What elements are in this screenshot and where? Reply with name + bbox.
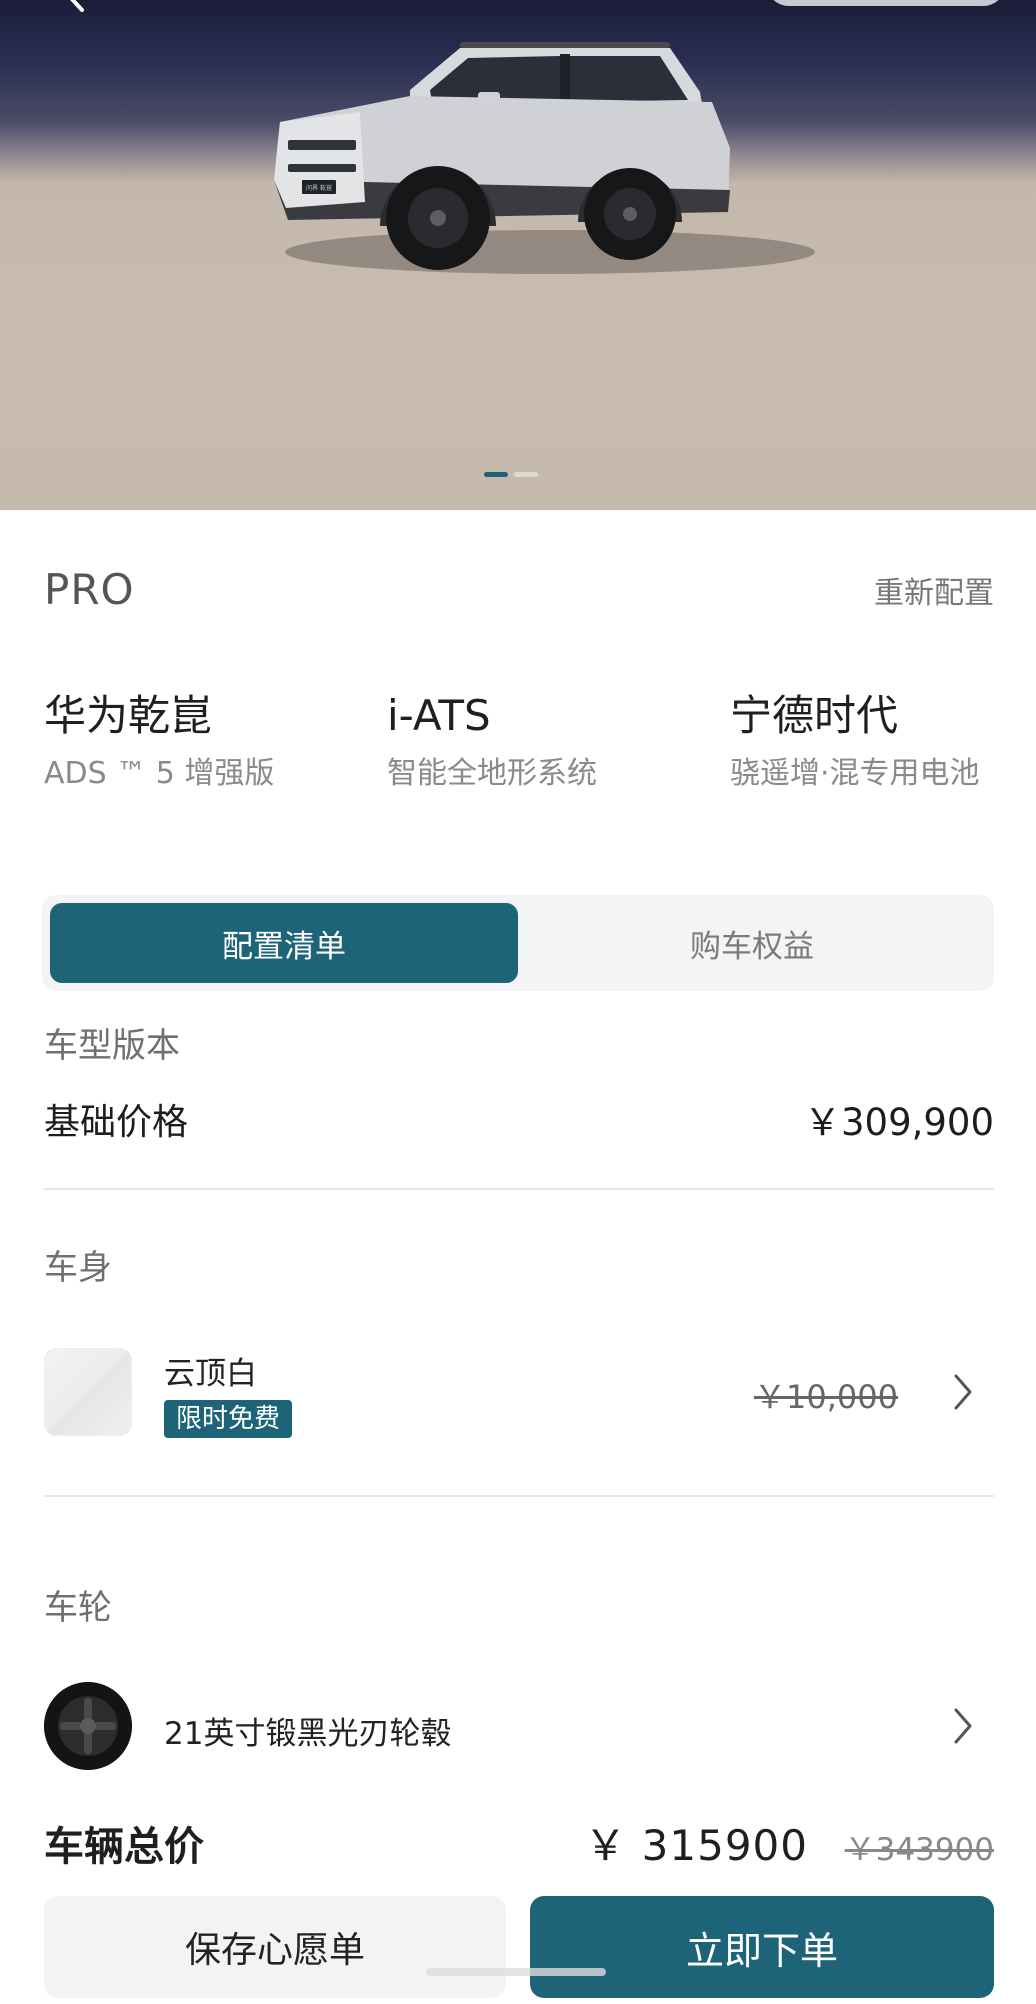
section-label-version: 车型版本: [44, 1026, 180, 1066]
feature-title: i-ATS: [387, 691, 491, 740]
wheel-option[interactable]: 21英寸锻黑光刃轮毂: [44, 1682, 994, 1772]
section-label-wheels: 车轮: [44, 1588, 112, 1628]
feature-ads: 华为乾崑 ADS ™ 5 增强版: [44, 688, 387, 798]
car-image: 问界 乾崑: [274, 42, 815, 274]
carousel-indicator: [484, 472, 538, 477]
divider: [44, 1188, 994, 1190]
base-price-value: ￥309,900: [803, 1101, 994, 1144]
reconfigure-link[interactable]: 重新配置: [874, 568, 994, 612]
feature-subtitle: ADS ™ 5 增强版: [44, 756, 275, 791]
total-price-row: 车辆总价 ￥ 315900 ￥343900: [44, 1812, 994, 1872]
order-now-button[interactable]: 立即下单: [530, 1896, 994, 1998]
save-wishlist-button[interactable]: 保存心愿单: [44, 1896, 506, 1998]
chevron-right-icon[interactable]: [950, 1372, 976, 1412]
feature-subtitle: 智能全地形系统: [387, 756, 597, 791]
back-chevron-icon[interactable]: [62, 0, 92, 12]
free-badge: 限时免费: [164, 1400, 293, 1438]
feature-subtitle: 骁遥增·混专用电池: [730, 756, 980, 791]
base-price-row: 基础价格 ￥309,900: [44, 1092, 994, 1146]
section-label-body: 车身: [44, 1248, 112, 1288]
tab-purchase-benefits[interactable]: 购车权益: [518, 903, 986, 983]
trim-name: PRO: [44, 565, 135, 614]
feature-highlights: 华为乾崑 ADS ™ 5 增强版 i-ATS 智能全地形系统 宁德时代 骁遥增·…: [44, 688, 994, 798]
total-price-value: ￥ 315900: [584, 1821, 808, 1870]
feature-iats: i-ATS 智能全地形系统: [387, 688, 730, 798]
divider: [44, 1495, 994, 1497]
home-indicator: [426, 1968, 606, 1976]
hero-carousel[interactable]: 问界 乾崑: [0, 0, 1036, 510]
svg-text:问界 乾崑: 问界 乾崑: [306, 184, 332, 192]
carousel-dot-active[interactable]: [484, 472, 508, 477]
original-color-price: ￥10,000: [754, 1378, 898, 1416]
chevron-right-icon[interactable]: [950, 1706, 976, 1746]
wheel-icon: [44, 1682, 132, 1770]
tab-config-list[interactable]: 配置清单: [50, 903, 518, 983]
base-price-label: 基础价格: [44, 1102, 189, 1143]
color-swatch-icon: [44, 1348, 132, 1436]
top-action-pill[interactable]: [766, 0, 1006, 6]
wheel-name: 21英寸锻黑光刃轮毂: [164, 1716, 452, 1752]
config-tabs: 配置清单 购车权益: [42, 895, 994, 991]
total-price-label: 车辆总价: [44, 1824, 204, 1870]
feature-title: 华为乾崑: [44, 691, 213, 740]
carousel-dot[interactable]: [514, 472, 538, 477]
original-total-price: ￥343900: [844, 1832, 994, 1868]
feature-title: 宁德时代: [730, 691, 899, 740]
body-color-option[interactable]: 云顶白 限时免费 ￥10,000: [44, 1348, 994, 1438]
color-name: 云顶白: [164, 1356, 257, 1392]
feature-battery: 宁德时代 骁遥增·混专用电池: [730, 688, 994, 798]
